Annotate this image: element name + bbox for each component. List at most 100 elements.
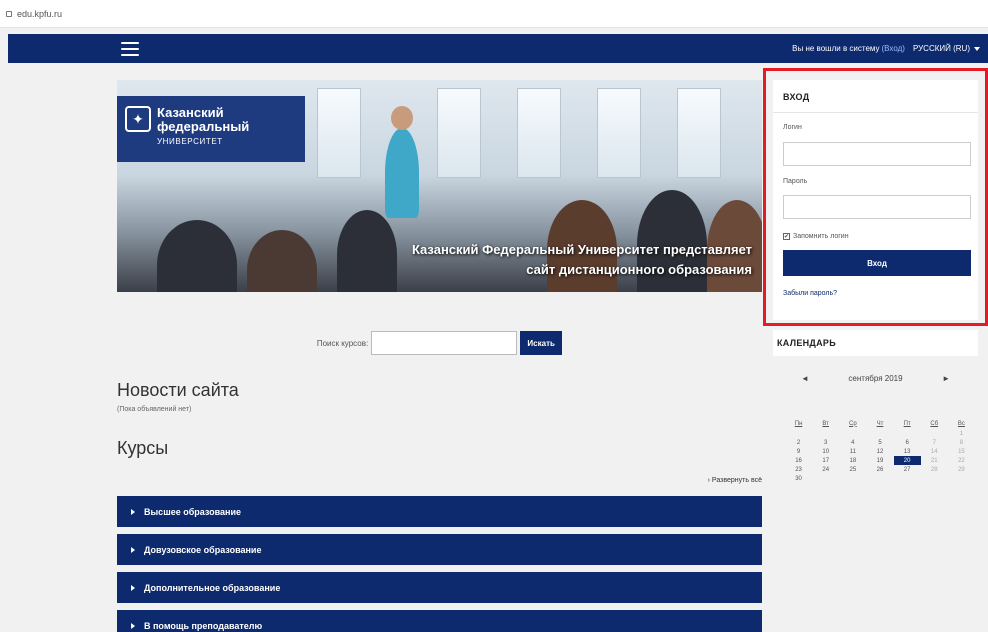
hero-banner: ✦ Казанский федеральный УНИВЕРСИТЕТ Каза… — [117, 80, 762, 292]
calendar-day[interactable]: 23 — [785, 465, 812, 474]
calendar-prev-icon[interactable]: ◄ — [801, 374, 809, 383]
banner-speaker-head — [391, 106, 413, 130]
banner-caption-line-2: сайт дистанционного образования — [526, 262, 752, 277]
chevron-down-icon[interactable] — [974, 46, 980, 51]
logo-line-3: УНИВЕРСИТЕТ — [157, 137, 223, 146]
caret-right-icon — [131, 584, 135, 591]
calendar-day[interactable]: 17 — [812, 456, 839, 465]
calendar-day[interactable]: 15 — [948, 447, 975, 456]
remember-label: Запомнить логин — [793, 233, 849, 240]
password-input[interactable] — [783, 195, 971, 219]
username-label: Логин — [783, 124, 802, 131]
remember-checkbox[interactable]: ✔ — [783, 233, 790, 240]
calendar-weekday: Сб — [930, 420, 939, 427]
site-info-icon[interactable] — [6, 10, 12, 17]
course-search-label: Поиск курсов: — [316, 338, 369, 348]
calendar-day[interactable]: 22 — [948, 456, 975, 465]
calendar-day[interactable]: 24 — [812, 465, 839, 474]
calendar-week: 16 17 18 19 20 21 22 — [785, 456, 975, 465]
calendar-block-header: КАЛЕНДАРЬ — [773, 330, 978, 356]
banner-caption: Казанский Федеральный Университет предст… — [412, 240, 752, 280]
expand-all-link[interactable]: › Развернуть всё — [708, 477, 762, 484]
calendar-day[interactable]: 18 — [839, 456, 866, 465]
calendar-day[interactable]: 3 — [812, 438, 839, 447]
navbar-login-link[interactable]: (Вход) — [882, 44, 905, 53]
calendar-title: КАЛЕНДАРЬ — [777, 338, 837, 348]
caret-right-icon — [131, 508, 135, 515]
login-button[interactable]: Вход — [783, 250, 971, 276]
calendar-week: 2345678 — [785, 438, 975, 447]
logo-line-2: федеральный — [157, 119, 250, 134]
banner-window — [597, 88, 641, 178]
university-logo[interactable]: ✦ Казанский федеральный УНИВЕРСИТЕТ — [117, 96, 305, 162]
remember-username[interactable]: ✔ Запомнить логин — [783, 233, 849, 240]
course-category-teacher-help[interactable]: В помощь преподавателю — [117, 610, 762, 632]
banner-speaker — [385, 128, 419, 218]
address-bar[interactable]: edu.kpfu.ru — [0, 0, 988, 28]
course-search-input[interactable] — [371, 331, 518, 355]
language-menu[interactable]: РУССКИЙ (RU) — [913, 44, 970, 53]
course-category-pre-university[interactable]: Довузовское образование — [117, 534, 762, 565]
calendar-month-label: сентября 2019 — [848, 374, 903, 383]
site-news-empty-text: (Пока объявлений нет) — [117, 406, 192, 413]
calendar-day[interactable]: 28 — [921, 465, 948, 474]
calendar-day[interactable]: 21 — [921, 456, 948, 465]
calendar-weekday: Ср — [849, 420, 857, 427]
navbar-user-area: Вы не вошли в систему (Вход) РУССКИЙ (RU… — [792, 34, 980, 63]
calendar-weekday: Пт — [903, 420, 911, 427]
calendar-day[interactable]: 30 — [785, 474, 812, 483]
calendar-day[interactable]: 4 — [839, 438, 866, 447]
caret-right-icon — [131, 622, 135, 629]
calendar-day[interactable]: 29 — [948, 465, 975, 474]
calendar-day[interactable]: 8 — [948, 438, 975, 447]
calendar-weekday: Вт — [822, 420, 829, 427]
calendar-day[interactable]: 11 — [839, 447, 866, 456]
calendar-day[interactable]: 25 — [839, 465, 866, 474]
university-emblem-icon: ✦ — [125, 106, 151, 132]
calendar-day[interactable]: 19 — [866, 456, 893, 465]
menu-icon[interactable] — [121, 42, 139, 56]
username-input[interactable] — [783, 142, 971, 166]
calendar-day — [894, 429, 921, 438]
banner-audience — [157, 220, 237, 292]
calendar-day[interactable]: 20 — [893, 456, 921, 465]
banner-caption-line-1: Казанский Федеральный Университет предст… — [411, 242, 752, 257]
calendar-day — [894, 474, 921, 483]
course-search-button[interactable]: Искать — [520, 331, 563, 355]
calendar-day — [921, 429, 948, 438]
calendar-day — [866, 429, 893, 438]
calendar-day[interactable]: 5 — [866, 438, 893, 447]
calendar-day[interactable]: 16 — [785, 456, 812, 465]
calendar-day — [866, 474, 893, 483]
calendar-day — [812, 474, 839, 483]
calendar-day — [839, 429, 866, 438]
course-category-label: В помощь преподавателю — [144, 620, 263, 631]
calendar-day[interactable]: 1 — [948, 429, 975, 438]
calendar-day — [921, 474, 948, 483]
divider — [773, 112, 978, 113]
calendar-day[interactable]: 7 — [921, 438, 948, 447]
course-category-label: Довузовское образование — [144, 544, 262, 555]
calendar-day[interactable]: 9 — [785, 447, 812, 456]
password-label: Пароль — [783, 178, 808, 185]
login-status-text: Вы не вошли в систему — [792, 44, 880, 53]
calendar-day[interactable]: 13 — [894, 447, 921, 456]
address-url: edu.kpfu.ru — [17, 8, 63, 19]
calendar-day[interactable]: 6 — [894, 438, 921, 447]
calendar-day — [948, 474, 975, 483]
course-category-higher-education[interactable]: Высшее образование — [117, 496, 762, 527]
calendar-day[interactable]: 12 — [866, 447, 893, 456]
calendar-day[interactable]: 2 — [785, 438, 812, 447]
courses-heading: Курсы — [117, 438, 169, 458]
calendar-day[interactable]: 26 — [866, 465, 893, 474]
caret-right-icon — [131, 546, 135, 553]
forgot-password-link[interactable]: Забыли пароль? — [783, 290, 837, 297]
calendar-day[interactable]: 27 — [894, 465, 921, 474]
calendar-next-icon[interactable]: ► — [942, 374, 950, 383]
calendar-day[interactable]: 14 — [921, 447, 948, 456]
course-category-additional-education[interactable]: Дополнительное образование — [117, 572, 762, 603]
calendar-weekday: Пн — [794, 420, 803, 427]
logo-line-1: Казанский — [157, 105, 224, 120]
calendar-day[interactable]: 10 — [812, 447, 839, 456]
login-block-title: ВХОД — [783, 92, 810, 102]
